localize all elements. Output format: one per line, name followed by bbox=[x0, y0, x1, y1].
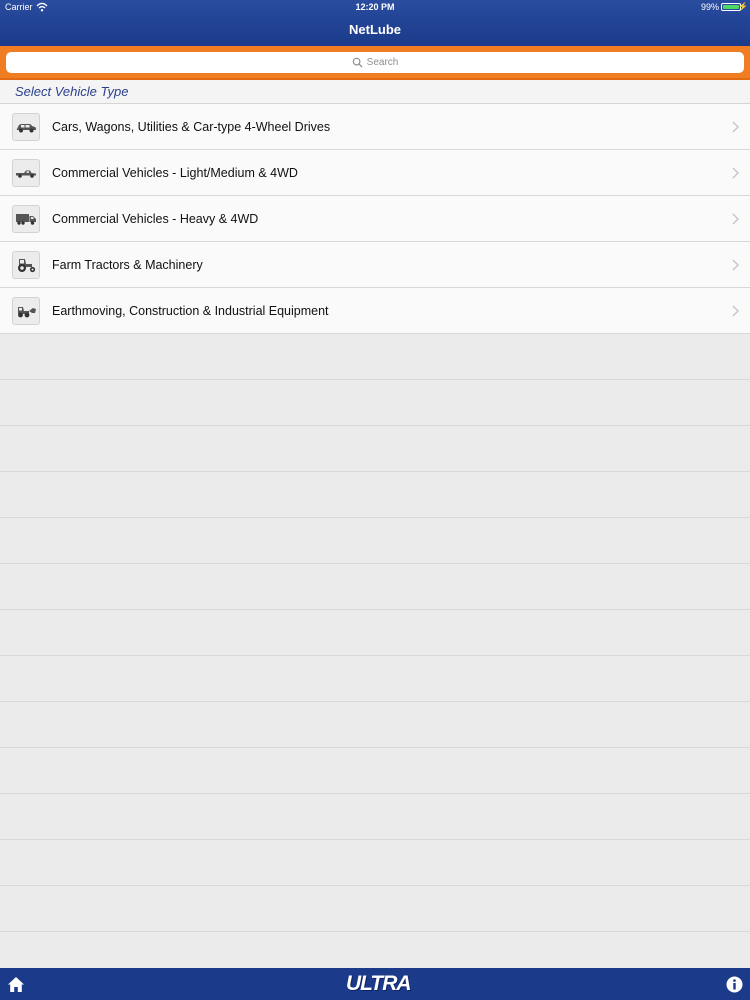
chevron-right-icon bbox=[732, 213, 739, 225]
status-bar: Carrier 12:20 PM 99% ⚡ bbox=[0, 0, 750, 14]
truck-icon bbox=[12, 205, 40, 233]
list-item-commercial-light[interactable]: Commercial Vehicles - Light/Medium & 4WD bbox=[0, 150, 750, 196]
bottom-toolbar: ULTRA bbox=[0, 968, 750, 1000]
section-title: Select Vehicle Type bbox=[15, 84, 129, 99]
empty-list-area bbox=[0, 334, 750, 968]
pickup-icon bbox=[12, 159, 40, 187]
list-item-cars[interactable]: Cars, Wagons, Utilities & Car-type 4-Whe… bbox=[0, 104, 750, 150]
vehicle-type-list: Cars, Wagons, Utilities & Car-type 4-Whe… bbox=[0, 104, 750, 334]
section-header: Select Vehicle Type bbox=[0, 80, 750, 104]
tractor-icon bbox=[12, 251, 40, 279]
ultra-logo: ULTRA bbox=[346, 972, 412, 996]
search-bar: Search bbox=[0, 46, 750, 80]
list-item-label: Commercial Vehicles - Light/Medium & 4WD bbox=[52, 166, 298, 180]
top-bar: Carrier 12:20 PM 99% ⚡ NetLube bbox=[0, 0, 750, 46]
list-item-label: Farm Tractors & Machinery bbox=[52, 258, 203, 272]
info-icon[interactable] bbox=[726, 976, 743, 993]
chevron-right-icon bbox=[732, 167, 739, 179]
list-item-commercial-heavy[interactable]: Commercial Vehicles - Heavy & 4WD bbox=[0, 196, 750, 242]
list-item-label: Commercial Vehicles - Heavy & 4WD bbox=[52, 212, 259, 226]
page-title: NetLube bbox=[349, 22, 401, 37]
car-icon bbox=[12, 113, 40, 141]
list-item-earthmoving[interactable]: Earthmoving, Construction & Industrial E… bbox=[0, 288, 750, 334]
list-item-farm-tractors[interactable]: Farm Tractors & Machinery bbox=[0, 242, 750, 288]
chevron-right-icon bbox=[732, 305, 739, 317]
clock: 12:20 PM bbox=[355, 2, 395, 12]
list-item-label: Cars, Wagons, Utilities & Car-type 4-Whe… bbox=[52, 120, 331, 134]
home-icon[interactable] bbox=[7, 976, 25, 993]
battery-percent: 99% bbox=[700, 2, 719, 12]
charging-icon: ⚡ bbox=[738, 2, 748, 11]
search-input[interactable]: Search bbox=[6, 52, 744, 73]
list-item-label: Earthmoving, Construction & Industrial E… bbox=[52, 304, 329, 318]
logo-text: ULTRA bbox=[346, 972, 412, 995]
chevron-right-icon bbox=[732, 259, 739, 271]
search-icon bbox=[352, 57, 363, 68]
search-placeholder: Search bbox=[366, 57, 399, 68]
loader-icon bbox=[12, 297, 40, 325]
chevron-right-icon bbox=[732, 121, 739, 133]
